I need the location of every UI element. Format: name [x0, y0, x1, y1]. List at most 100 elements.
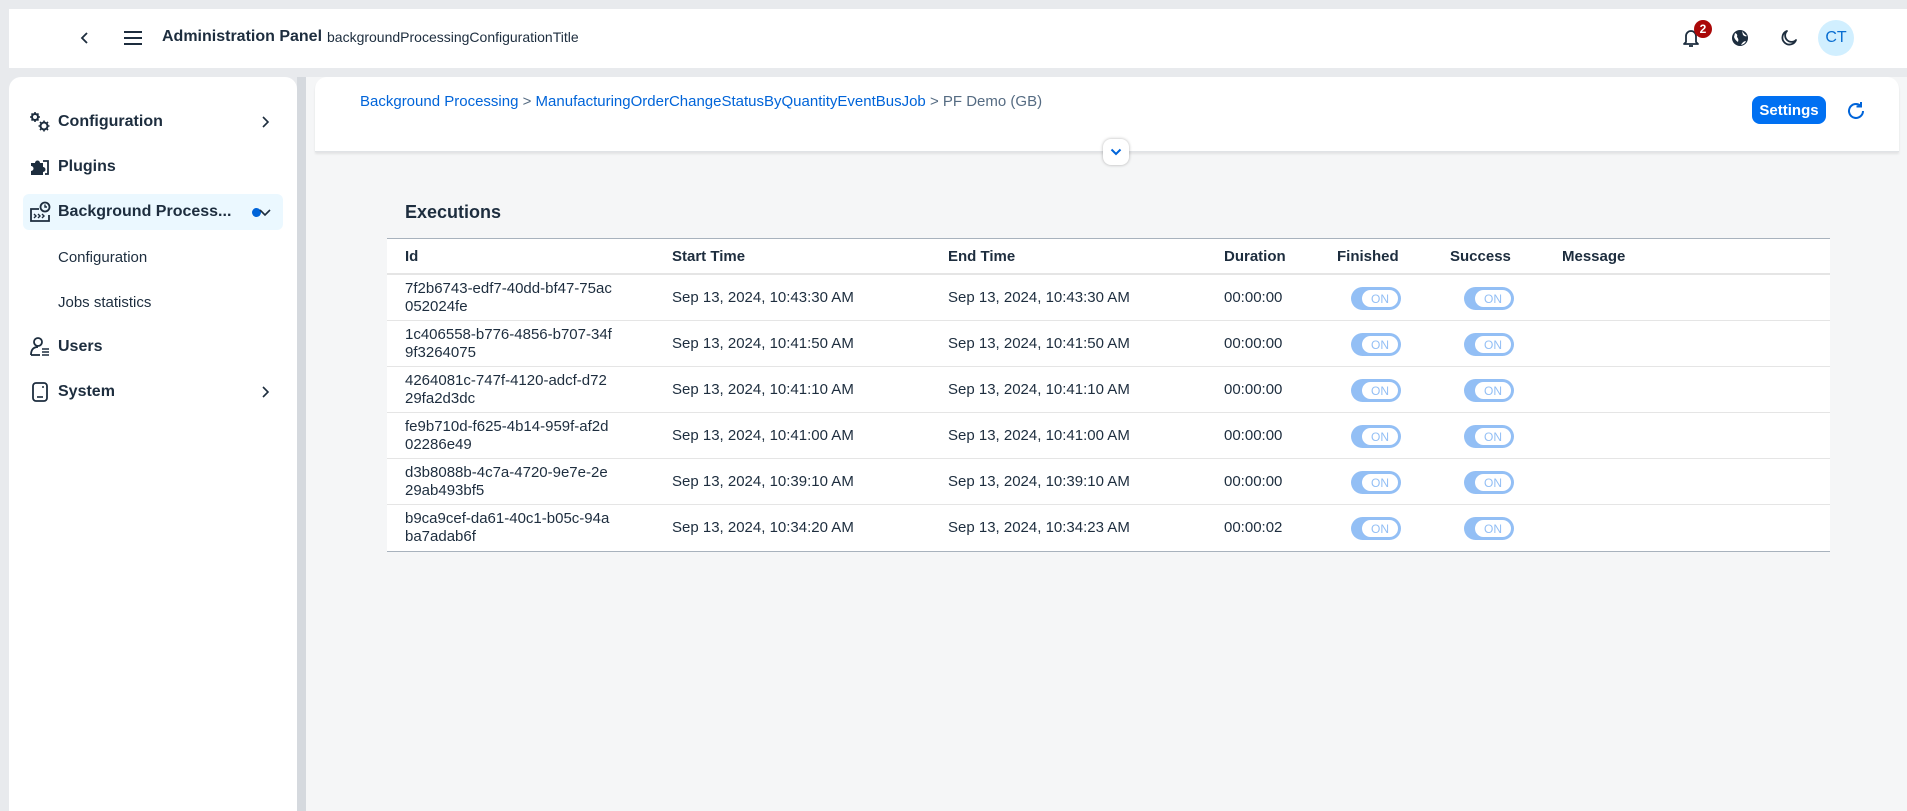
sidebar-subitem-configuration[interactable]: Configuration [23, 239, 283, 275]
chevron-left-icon [80, 32, 88, 44]
column-header-end-time[interactable]: End Time [948, 248, 1015, 265]
finished-toggle[interactable]: ON [1351, 333, 1401, 356]
moon-icon [1781, 30, 1797, 46]
table-row[interactable]: 7f2b6743-edf7-40dd-bf47-75ac052024fe Sep… [387, 275, 1830, 321]
table-header: Id Start Time End Time Duration Finished… [387, 239, 1830, 275]
toggle-label: ON [1474, 427, 1512, 446]
sidebar-item-background-processing[interactable]: Background Process... [23, 194, 283, 230]
success-toggle[interactable]: ON [1464, 471, 1514, 494]
success-toggle[interactable]: ON [1464, 333, 1514, 356]
success-toggle[interactable]: ON [1464, 379, 1514, 402]
notifications-button[interactable]: 2 [1675, 20, 1712, 54]
settings-button[interactable]: Settings [1752, 96, 1826, 124]
breadcrumb-link-background-processing[interactable]: Background Processing [360, 93, 518, 110]
sidebar-item-label: Plugins [58, 158, 116, 175]
breadcrumb-separator: > [522, 93, 532, 110]
column-header-id[interactable]: Id [405, 248, 418, 265]
cell-id: 4264081c-747f-4120-adcf-d7229fa2d3dc [405, 372, 607, 407]
sidebar-item-label: Users [58, 338, 103, 355]
back-button[interactable] [75, 28, 95, 48]
background-processing-icon [29, 201, 51, 223]
app-subtitle: backgroundProcessingConfigurationTitle [327, 29, 579, 45]
sidebar-item-configuration[interactable]: Configuration [23, 104, 283, 140]
toggle-label: ON [1474, 335, 1512, 354]
cell-start-time: Sep 13, 2024, 10:41:10 AM [672, 381, 854, 398]
finished-toggle[interactable]: ON [1351, 287, 1401, 310]
sidebar-item-label: Configuration [58, 113, 163, 130]
table-row[interactable]: fe9b710d-f625-4b14-959f-af2d02286e49 Sep… [387, 413, 1830, 459]
cell-end-time: Sep 13, 2024, 10:34:23 AM [948, 519, 1130, 536]
cell-duration: 00:00:00 [1224, 427, 1283, 444]
collapse-header-button[interactable] [1103, 139, 1129, 165]
success-toggle[interactable]: ON [1464, 425, 1514, 448]
breadcrumb: Background Processing > ManufacturingOrd… [360, 93, 1042, 110]
cell-start-time: Sep 13, 2024, 10:41:50 AM [672, 335, 854, 352]
sidebar-item-label: Jobs statistics [58, 293, 152, 311]
toggle-label: ON [1361, 427, 1399, 446]
sidebar-item-label: Background Process... [58, 203, 232, 220]
sidebar-item-label: System [58, 383, 115, 400]
sidebar-item-users[interactable]: Users [23, 329, 283, 365]
column-header-start-time[interactable]: Start Time [672, 248, 745, 265]
table-row[interactable]: 1c406558-b776-4856-b707-34f9f3264075 Sep… [387, 321, 1830, 367]
table-row[interactable]: d3b8088b-4c7a-4720-9e7e-2e29ab493bf5 Sep… [387, 459, 1830, 505]
toggle-label: ON [1474, 381, 1512, 400]
success-toggle[interactable]: ON [1464, 517, 1514, 540]
cell-start-time: Sep 13, 2024, 10:43:30 AM [672, 289, 854, 306]
executions-title: Executions [405, 202, 502, 222]
sidebar-item-plugins[interactable]: Plugins [23, 149, 283, 185]
hamburger-icon [124, 31, 142, 45]
breadcrumb-separator: > [929, 93, 939, 110]
globe-icon [1732, 30, 1748, 46]
cell-duration: 00:00:00 [1224, 381, 1283, 398]
cell-id: b9ca9cef-da61-40c1-b05c-94aba7adab6f [405, 510, 610, 545]
shell-bar: Administration Panel backgroundProcessin… [9, 9, 1907, 68]
toggle-label: ON [1474, 289, 1512, 308]
table-row[interactable]: b9ca9cef-da61-40c1-b05c-94aba7adab6f Sep… [387, 505, 1830, 551]
object-header: Background Processing > ManufacturingOrd… [315, 77, 1899, 165]
refresh-button[interactable] [1843, 98, 1869, 124]
chevron-right-icon [257, 384, 273, 400]
toggle-label: ON [1361, 519, 1399, 538]
app-title: Administration Panel [162, 28, 323, 45]
toggle-label: ON [1474, 519, 1512, 538]
language-button[interactable] [1724, 22, 1756, 54]
user-avatar[interactable]: CT [1818, 20, 1854, 56]
chevron-down-icon [257, 204, 273, 220]
theme-toggle-button[interactable] [1773, 22, 1805, 54]
column-header-message[interactable]: Message [1562, 248, 1625, 265]
cell-start-time: Sep 13, 2024, 10:39:10 AM [672, 473, 854, 490]
success-toggle[interactable]: ON [1464, 287, 1514, 310]
column-header-finished[interactable]: Finished [1337, 248, 1399, 265]
cell-end-time: Sep 13, 2024, 10:41:10 AM [948, 381, 1130, 398]
table-body: 7f2b6743-edf7-40dd-bf47-75ac052024fe Sep… [387, 275, 1830, 551]
cell-start-time: Sep 13, 2024, 10:41:00 AM [672, 427, 854, 444]
notification-badge: 2 [1694, 20, 1712, 38]
cell-id: fe9b710d-f625-4b14-959f-af2d02286e49 [405, 418, 609, 453]
table-row[interactable]: 4264081c-747f-4120-adcf-d7229fa2d3dc Sep… [387, 367, 1830, 413]
toggle-label: ON [1474, 473, 1512, 492]
toggle-label: ON [1361, 381, 1399, 400]
breadcrumb-current: PF Demo (GB) [942, 93, 1043, 110]
puzzle-icon [29, 156, 51, 178]
gears-icon [29, 111, 51, 133]
sidebar-item-label: Configuration [58, 248, 148, 266]
finished-toggle[interactable]: ON [1351, 425, 1401, 448]
column-header-success[interactable]: Success [1450, 248, 1511, 265]
cell-end-time: Sep 13, 2024, 10:43:30 AM [948, 289, 1130, 306]
finished-toggle[interactable]: ON [1351, 379, 1401, 402]
column-header-duration[interactable]: Duration [1224, 248, 1286, 265]
sidebar: Configuration Plugins Background Process… [9, 77, 297, 811]
sidebar-item-system[interactable]: System [23, 374, 283, 410]
cell-end-time: Sep 13, 2024, 10:39:10 AM [948, 473, 1130, 490]
cell-duration: 00:00:00 [1224, 335, 1283, 352]
sidebar-subitem-jobs-statistics[interactable]: Jobs statistics [23, 284, 283, 320]
cell-id: d3b8088b-4c7a-4720-9e7e-2e29ab493bf5 [405, 464, 608, 499]
breadcrumb-link-job[interactable]: ManufacturingOrderChangeStatusByQuantity… [536, 93, 926, 110]
cell-end-time: Sep 13, 2024, 10:41:00 AM [948, 427, 1130, 444]
finished-toggle[interactable]: ON [1351, 517, 1401, 540]
sidebar-resize-handle[interactable] [297, 77, 306, 811]
toggle-label: ON [1361, 335, 1399, 354]
finished-toggle[interactable]: ON [1351, 471, 1401, 494]
menu-button[interactable] [121, 26, 145, 50]
